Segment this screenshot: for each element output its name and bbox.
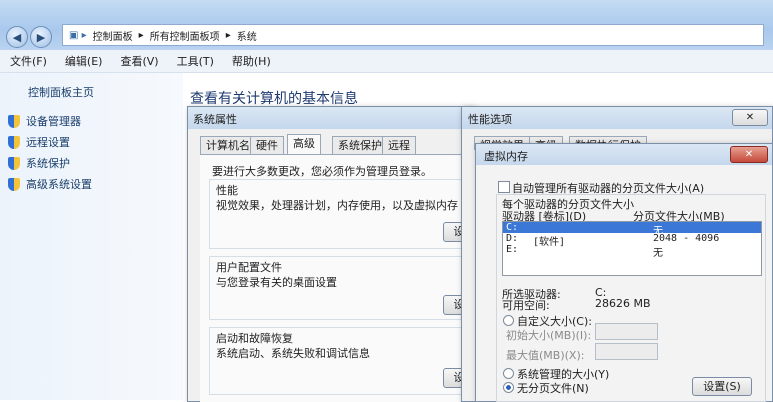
link-system-protection[interactable]: 系统保护: [8, 155, 70, 171]
link-label: 系统保护: [26, 157, 70, 170]
user-profile-title: 用户配置文件: [216, 261, 282, 274]
set-button[interactable]: 设置(S): [692, 377, 752, 396]
drive-row-c[interactable]: C: 无: [503, 222, 761, 237]
menu-bar: 文件(F) 编辑(E) 查看(V) 工具(T) 帮助(H): [0, 50, 773, 73]
paging-file-group: 每个驱动器的分页文件大小 驱动器 [卷标](D) 分页文件大小(MB) C: 无…: [496, 194, 766, 402]
system-properties-dialog: 系统属性 计算机名 硬件 高级 系统保护 远程 要进行大多数更改，您必须作为管理…: [187, 106, 475, 402]
user-profile-group: 用户配置文件 与您登录有关的桌面设置 设: [209, 256, 475, 320]
link-advanced-settings[interactable]: 高级系统设置: [8, 176, 92, 192]
menu-tools[interactable]: 工具(T): [177, 53, 214, 69]
dialog-title: 系统属性: [193, 113, 237, 126]
drive-row-e[interactable]: E: 无: [503, 244, 761, 259]
performance-group: 性能 视觉效果，处理器计划，内存使用，以及虚拟内存 设: [209, 179, 475, 249]
initial-size-input[interactable]: [595, 323, 658, 340]
menu-edit[interactable]: 编辑(E): [65, 53, 103, 69]
dialog-title-bar: 系统属性: [188, 107, 473, 129]
menu-view[interactable]: 查看(V): [120, 53, 158, 69]
menu-file[interactable]: 文件(F): [10, 53, 47, 69]
shield-icon: [8, 114, 20, 128]
dialog-title: 性能选项: [468, 113, 512, 126]
menu-help[interactable]: 帮助(H): [232, 53, 271, 69]
link-device-manager[interactable]: 设备管理器: [8, 113, 81, 129]
startup-recovery-group: 启动和故障恢复 系统启动、系统失败和调试信息 设: [209, 327, 475, 395]
control-panel-icon: ▣ ▸: [69, 29, 87, 41]
breadcrumb-3[interactable]: 系统: [237, 28, 257, 43]
dialog-title-bar: 虚拟内存 ✕: [476, 144, 772, 165]
system-managed-radio[interactable]: [503, 368, 514, 379]
link-label: 远程设置: [26, 136, 70, 149]
tab-remote[interactable]: 远程: [382, 136, 416, 155]
tab-computer-name[interactable]: 计算机名: [200, 136, 256, 155]
dialog-title: 虚拟内存: [484, 150, 528, 163]
free-space-value: 28626 MB: [595, 297, 651, 310]
close-button[interactable]: ✕: [730, 146, 768, 163]
performance-desc: 视觉效果，处理器计划，内存使用，以及虚拟内存: [216, 199, 458, 212]
close-button[interactable]: ✕: [732, 109, 768, 126]
control-panel-home-link[interactable]: 控制面板主页: [28, 84, 94, 100]
tab-system-protection[interactable]: 系统保护: [332, 136, 388, 155]
breadcrumb-2[interactable]: 所有控制面板项: [150, 28, 220, 43]
left-pane: 控制面板主页 设备管理器 远程设置 系统保护 高级系统设置: [0, 73, 183, 400]
title-bar: ◀ ▶ ▣ ▸ 控制面板 ▸ 所有控制面板项 ▸ 系统: [0, 0, 773, 50]
shield-icon: [8, 177, 20, 191]
performance-title: 性能: [216, 184, 238, 197]
auto-manage-checkbox[interactable]: [498, 181, 510, 193]
page-title: 查看有关计算机的基本信息: [190, 91, 358, 107]
forward-button[interactable]: ▶: [30, 26, 52, 48]
max-size-input[interactable]: [595, 343, 658, 360]
startup-recovery-desc: 系统启动、系统失败和调试信息: [216, 347, 370, 360]
free-space-label: 可用空间:: [502, 299, 550, 312]
drive-row-d[interactable]: D: [软件] 2048 - 4096: [503, 233, 761, 248]
virtual-memory-dialog: 虚拟内存 ✕ 自动管理所有驱动器的分页文件大小(A) 每个驱动器的分页文件大小 …: [475, 143, 773, 402]
dialog-title-bar: 性能选项 ✕: [462, 107, 772, 129]
tab-panel: 要进行大多数更改，您必须作为管理员登录。 性能 视觉效果，处理器计划，内存使用，…: [200, 154, 475, 402]
max-size-label: 最大值(MB)(X):: [506, 349, 585, 362]
breadcrumb-1[interactable]: 控制面板: [93, 28, 133, 43]
admin-note: 要进行大多数更改，您必须作为管理员登录。: [212, 165, 432, 178]
address-bar[interactable]: ▣ ▸ 控制面板 ▸ 所有控制面板项 ▸ 系统: [62, 24, 764, 46]
tab-hardware[interactable]: 硬件: [250, 136, 284, 155]
link-label: 设备管理器: [26, 115, 81, 128]
drive-list[interactable]: C: 无 D: [软件] 2048 - 4096 E: 无: [502, 221, 762, 276]
user-profile-desc: 与您登录有关的桌面设置: [216, 276, 337, 289]
back-button[interactable]: ◀: [6, 26, 28, 48]
link-label: 高级系统设置: [26, 178, 92, 191]
custom-size-radio[interactable]: [503, 315, 514, 326]
no-paging-label[interactable]: 无分页文件(N): [517, 380, 589, 396]
link-remote-settings[interactable]: 远程设置: [8, 134, 70, 150]
shield-icon: [8, 156, 20, 170]
startup-recovery-title: 启动和故障恢复: [216, 332, 293, 345]
shield-icon: [8, 135, 20, 149]
tab-strip: 计算机名 硬件 高级 系统保护 远程: [200, 134, 473, 155]
tab-advanced[interactable]: 高级: [287, 134, 321, 155]
initial-size-label: 初始大小(MB)(I):: [506, 329, 592, 342]
no-paging-radio[interactable]: [503, 382, 514, 393]
